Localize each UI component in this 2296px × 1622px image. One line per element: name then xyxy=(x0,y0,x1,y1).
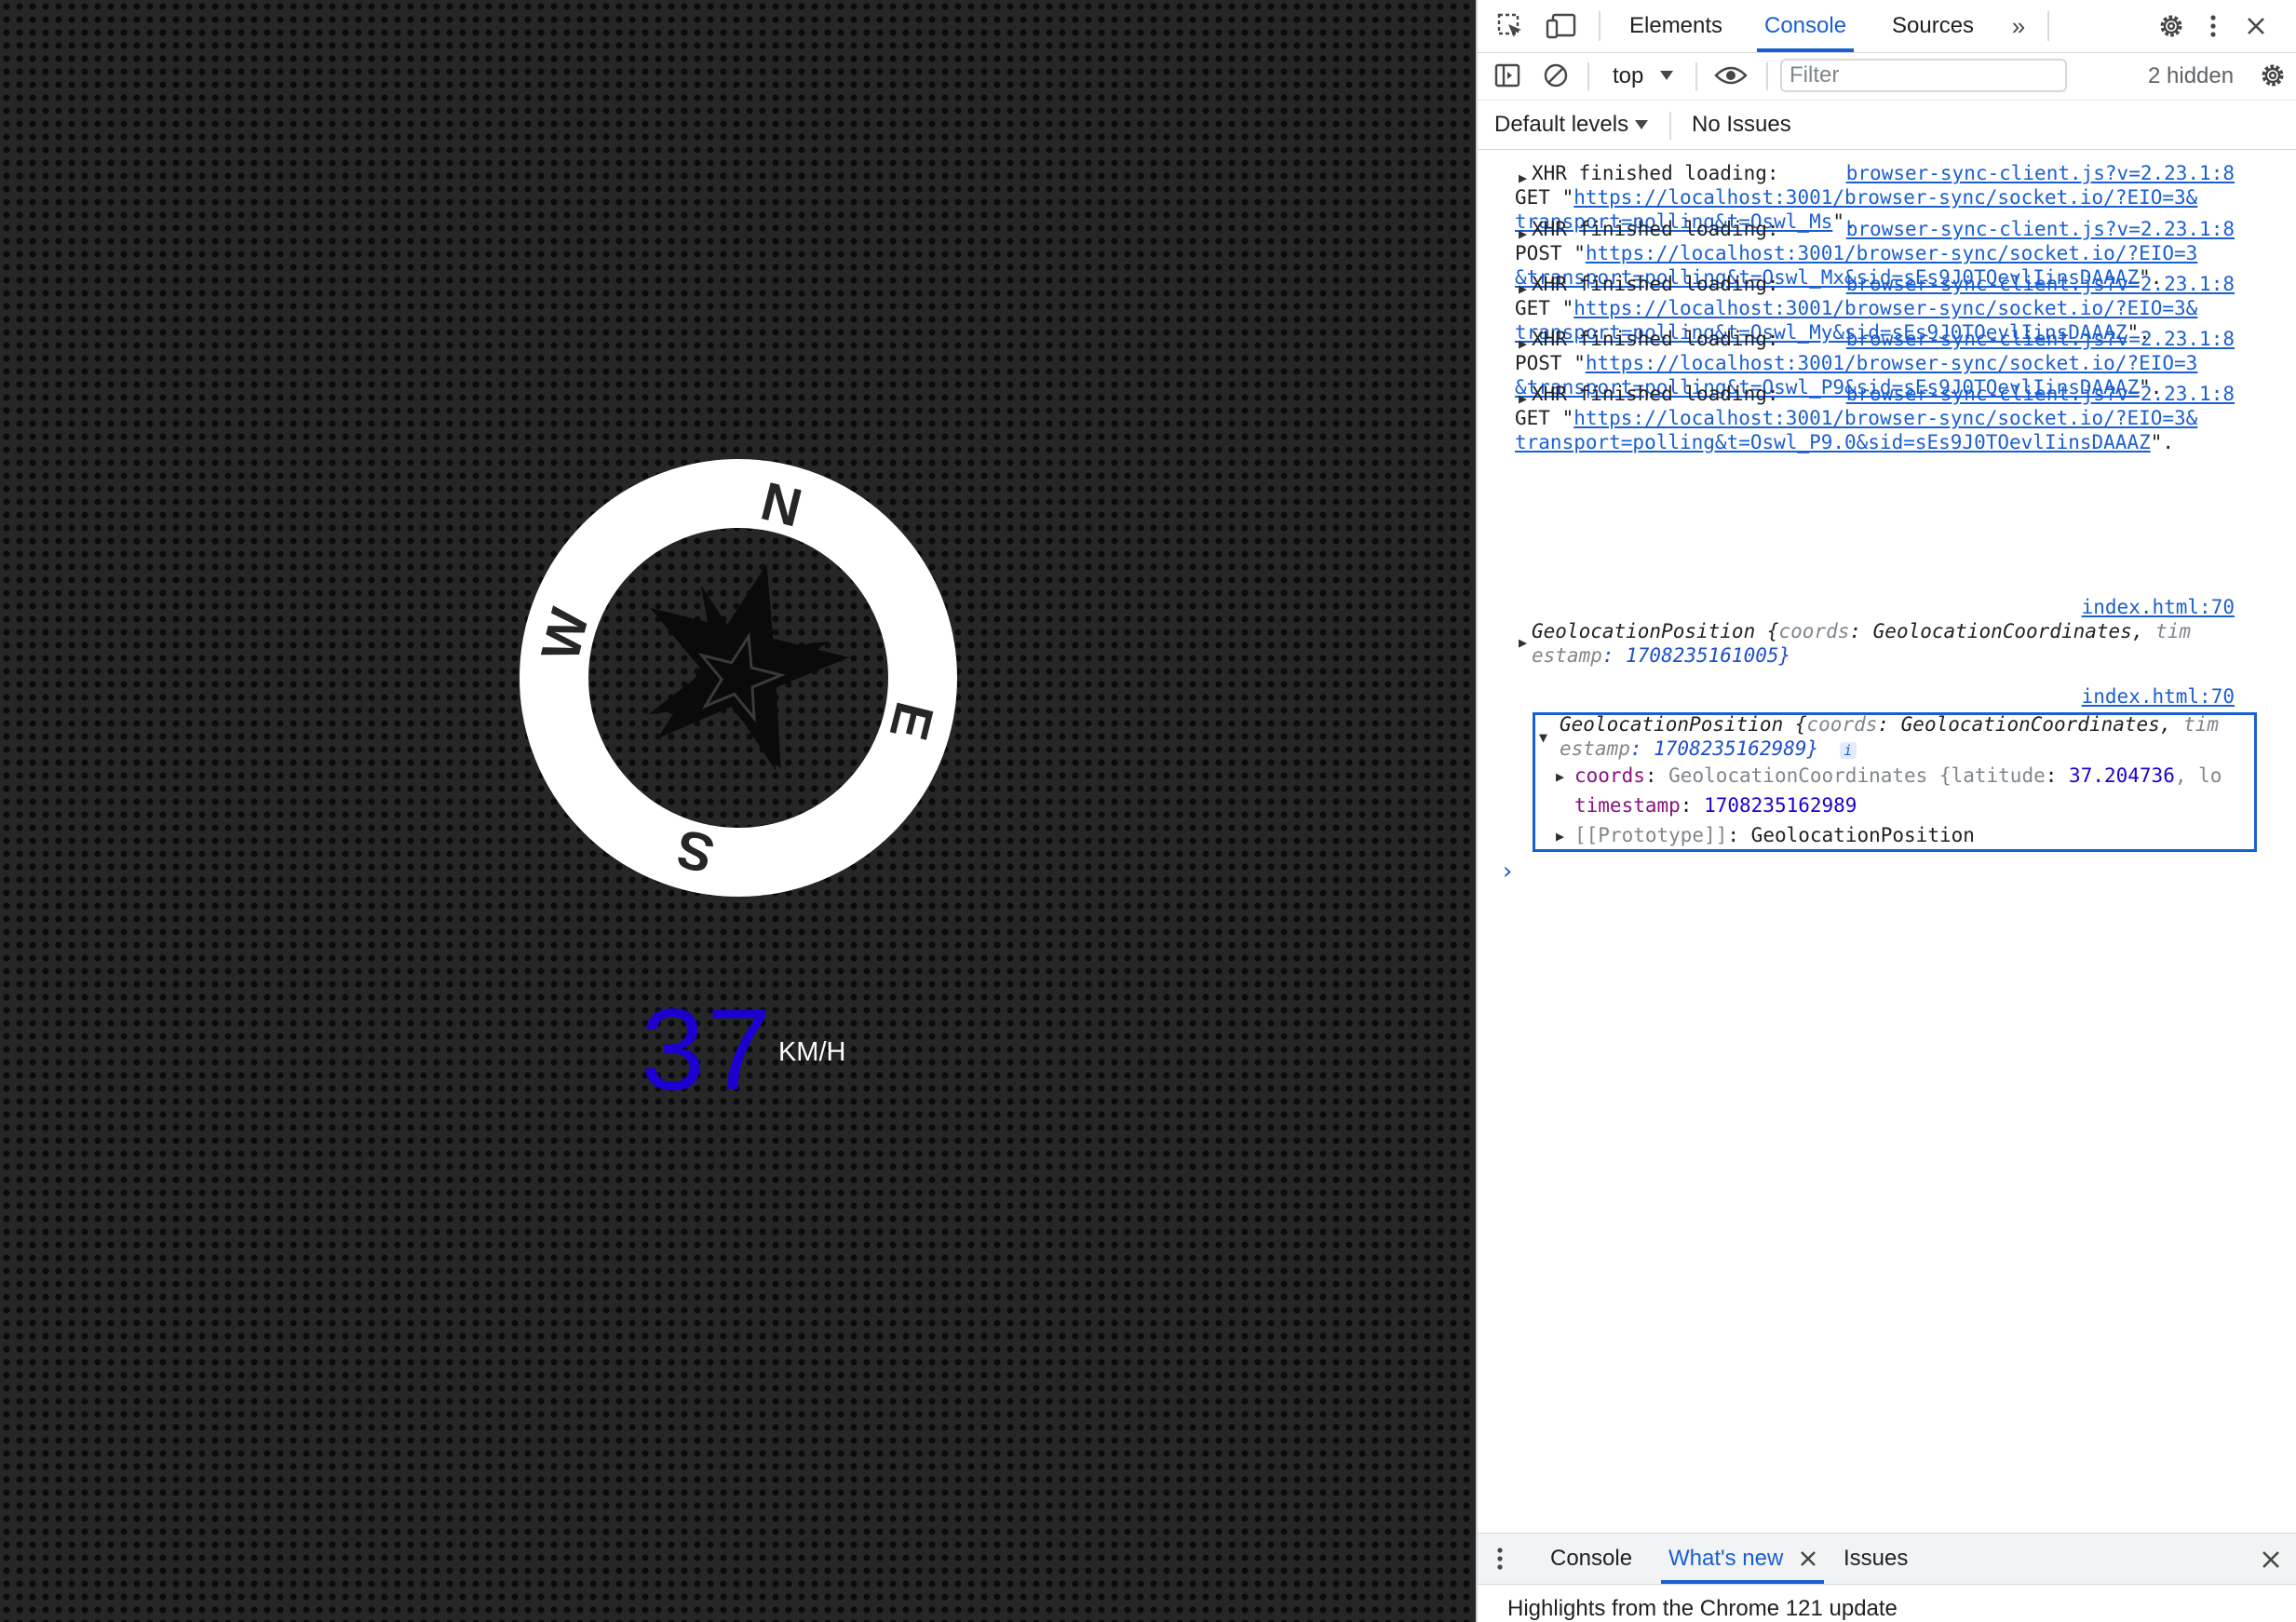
default-levels-dropdown[interactable]: Default levels xyxy=(1494,112,1628,138)
property-subvalue: 37.204736 xyxy=(2069,764,2175,787)
info-badge-icon[interactable]: i xyxy=(1839,742,1857,759)
whats-new-headline: Highlights from the Chrome 121 update xyxy=(1507,1596,1898,1621)
property-subkey: latitude xyxy=(1951,764,2046,787)
hidden-messages-count: 2 hidden xyxy=(2148,63,2235,88)
close-drawer-icon[interactable] xyxy=(2258,1547,2284,1573)
expand-arrow-icon[interactable]: ▶ xyxy=(1519,222,1527,246)
console-filter-input[interactable] xyxy=(1780,59,2067,92)
source-link[interactable]: browser-sync-client.js?v=2.23.1:8 xyxy=(1846,327,2235,351)
live-expression-eye-icon[interactable] xyxy=(1713,61,1749,90)
xhr-prefix: XHR finished loading: xyxy=(1532,162,1779,184)
property-value: 1708235162989 xyxy=(1704,794,1857,817)
speed-readout: 37 KM/H xyxy=(641,985,845,1115)
expand-arrow-icon[interactable]: ▶ xyxy=(1519,386,1527,411)
app-viewport: N E S W 37 KM/H xyxy=(0,0,1476,1622)
request-url-link[interactable]: https://localhost:3001/browser-sync/sock… xyxy=(1573,186,2197,209)
expand-arrow-icon[interactable]: ▶ xyxy=(1556,824,1564,848)
devtools-tabbar: Elements Console Sources » xyxy=(1478,0,2296,53)
object-timestamp: : 1708235162989} xyxy=(1629,737,1819,760)
compass: N E S W xyxy=(520,459,957,897)
property-key: timestamp xyxy=(1574,794,1681,817)
property-value: GeolocationCoordinates { xyxy=(1668,764,1952,787)
object-key-part: estamp xyxy=(1560,737,1630,760)
expand-arrow-icon[interactable]: ▶ xyxy=(1519,166,1527,190)
object-key-part: tim xyxy=(2183,713,2220,736)
sidebar-toggle-icon[interactable] xyxy=(1492,61,1522,90)
issues-status[interactable]: No Issues xyxy=(1692,112,1791,138)
console-prompt-icon[interactable]: › xyxy=(1500,858,1515,885)
property-prototype[interactable]: ▶ [[Prototype]]: GeolocationPosition xyxy=(1556,823,2247,848)
console-message-geo-2: ▼ GeolocationPosition {coords: Geolocati… xyxy=(1533,712,2257,852)
kebab-menu-icon[interactable] xyxy=(2202,11,2224,41)
property-value: GeolocationPosition xyxy=(1750,824,1975,846)
levels-caret-icon[interactable] xyxy=(1634,118,1649,131)
tab-elements[interactable]: Elements xyxy=(1629,0,1722,52)
property-truncated: , lo xyxy=(2174,764,2222,787)
device-toolbar-icon[interactable] xyxy=(1545,11,1578,41)
object-key-part: tim xyxy=(2155,620,2192,642)
xhr-prefix: XHR finished loading: xyxy=(1532,273,1779,295)
speed-value: 37 xyxy=(641,986,773,1115)
expand-arrow-icon[interactable]: ▶ xyxy=(1519,630,1527,655)
drawer-menu-icon[interactable] xyxy=(1491,1545,1509,1573)
collapse-arrow-icon[interactable]: ▼ xyxy=(1539,729,1547,746)
drawer-tab-issues[interactable]: Issues xyxy=(1844,1534,1908,1584)
more-tabs-icon[interactable]: » xyxy=(2005,12,2033,40)
console-output: ▶ XHR finished loading: browser-sync-clie… xyxy=(1478,150,2296,1533)
compass-star-icon xyxy=(648,563,849,772)
request-url-link[interactable]: transport=polling&t=Oswl_P9.0&sid=sEs9J0… xyxy=(1515,431,2151,453)
xhr-suffix: ". xyxy=(2150,431,2175,453)
drawer-tab-whats-new[interactable]: What's new xyxy=(1660,1534,1825,1584)
dropdown-caret-icon[interactable] xyxy=(1658,68,1675,83)
drawer-tab-console[interactable]: Console xyxy=(1550,1534,1632,1584)
source-link[interactable]: browser-sync-client.js?v=2.23.1:8 xyxy=(1846,217,2235,241)
close-devtools-icon[interactable] xyxy=(2241,11,2271,41)
console-message-geo-1: index.html:70 ▶ GeolocationPosition {coo… xyxy=(1519,595,2289,668)
clear-console-icon[interactable] xyxy=(1541,61,1571,90)
expand-arrow-icon[interactable]: ▶ xyxy=(1556,764,1564,789)
source-link[interactable]: browser-sync-client.js?v=2.23.1:8 xyxy=(1846,161,2235,185)
settings-gear-icon[interactable] xyxy=(2155,11,2187,41)
object-value: : GeolocationCoordinates, xyxy=(1877,713,2184,736)
object-key-part: estamp xyxy=(1532,644,1602,667)
property-key: [[Prototype]] xyxy=(1574,824,1728,846)
levels-bar: Default levels No Issues xyxy=(1478,101,2296,150)
source-link[interactable]: index.html:70 xyxy=(2082,685,2235,708)
request-url-link[interactable]: https://localhost:3001/browser-sync/sock… xyxy=(1586,352,2197,374)
console-message-xhr: ▶ XHR finished loading: browser-sync-clie… xyxy=(1515,382,2235,453)
tab-sources[interactable]: Sources xyxy=(1892,0,1974,52)
inspect-element-icon[interactable] xyxy=(1494,11,1526,41)
source-link[interactable]: browser-sync-client.js?v=2.23.1:8 xyxy=(1846,382,2235,406)
object-key: coords xyxy=(1806,713,1878,736)
request-url-link[interactable]: https://localhost:3001/browser-sync/sock… xyxy=(1573,407,2197,429)
xhr-prefix: XHR finished loading: xyxy=(1532,383,1779,405)
object-label: GeolocationPosition { xyxy=(1560,713,1807,736)
drawer-tabbar: Console What's new Issues xyxy=(1478,1533,2296,1585)
request-url-link[interactable]: https://localhost:3001/browser-sync/sock… xyxy=(1586,242,2197,264)
request-url-link[interactable]: https://localhost:3001/browser-sync/sock… xyxy=(1573,297,2197,319)
console-toolbar: top 2 hidden xyxy=(1478,53,2296,101)
expand-arrow-icon[interactable]: ▶ xyxy=(1519,277,1527,301)
console-settings-gear-icon[interactable] xyxy=(2258,61,2288,90)
expand-arrow-icon[interactable]: ▶ xyxy=(1519,331,1527,356)
devtools-panel: Elements Console Sources » top Filter 2 … xyxy=(1476,0,2296,1622)
source-link[interactable]: browser-sync-client.js?v=2.23.1:8 xyxy=(1846,272,2235,296)
console-message-geo-2-source: index.html:70 xyxy=(1532,684,2289,709)
close-tab-icon[interactable] xyxy=(1798,1548,1818,1569)
property-key: coords xyxy=(1574,764,1645,787)
object-value: : GeolocationCoordinates, xyxy=(1849,620,2156,642)
property-timestamp: timestamp: 1708235162989 xyxy=(1574,794,1857,817)
source-link[interactable]: index.html:70 xyxy=(2082,596,2235,618)
xhr-prefix: XHR finished loading: xyxy=(1532,328,1779,350)
context-selector[interactable]: top xyxy=(1613,63,1643,89)
xhr-prefix: XHR finished loading: xyxy=(1532,218,1779,240)
object-label: GeolocationPosition { xyxy=(1532,620,1779,642)
object-timestamp: : 1708235161005} xyxy=(1601,644,1791,667)
object-key: coords xyxy=(1778,620,1850,642)
speed-unit: KM/H xyxy=(777,1037,846,1067)
tab-console[interactable]: Console xyxy=(1756,0,1855,52)
property-coords[interactable]: ▶ coords: GeolocationCoordinates {latitu… xyxy=(1556,764,2247,789)
